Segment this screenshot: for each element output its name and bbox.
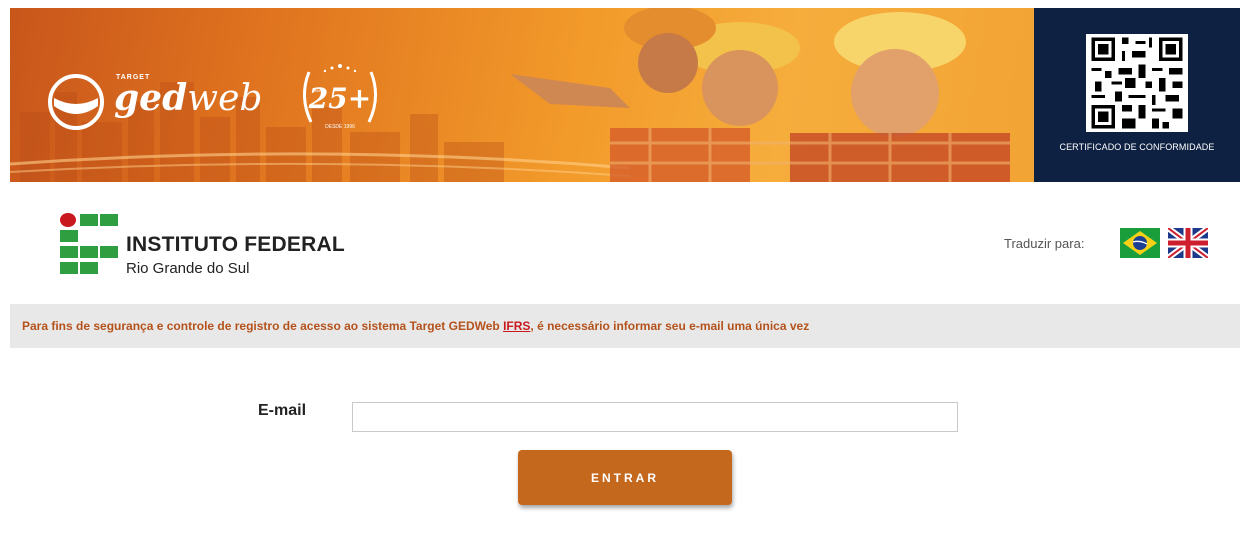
qr-code-icon[interactable] <box>1086 34 1188 132</box>
badge-number: 25+ <box>308 82 371 115</box>
entrar-button[interactable]: ENTRAR <box>518 450 732 505</box>
logo-square <box>80 246 98 258</box>
logo-wordmark-bold: ged <box>114 77 188 119</box>
logo-square <box>80 262 98 274</box>
logo-square <box>100 214 118 226</box>
uk-flag-icon[interactable] <box>1168 228 1208 258</box>
logo-square <box>60 246 78 258</box>
institution-subtitle: Rio Grande do Sul <box>126 260 250 277</box>
badge-caption: DESDE 1996 <box>325 124 355 130</box>
gedweb-logo-icon <box>48 74 104 130</box>
email-input[interactable] <box>352 402 958 432</box>
badge-small-caption: ANOS <box>314 88 326 93</box>
header-banner: TARGET gedweb 25+ ANOS DESDE 1996 CERTIF… <box>10 8 1240 182</box>
email-label: E-mail <box>258 402 307 419</box>
logo-wordmark-light: web <box>187 78 263 119</box>
certificate-panel[interactable]: CERTIFICADO DE CONFORMIDADE <box>1034 8 1240 182</box>
logo-square <box>60 230 78 242</box>
logo-square <box>100 246 118 258</box>
brazil-flag-icon[interactable] <box>1120 228 1160 258</box>
institution-header: INSTITUTO FEDERAL Rio Grande do Sul Trad… <box>10 182 1240 304</box>
banner-photo: TARGET gedweb 25+ ANOS DESDE 1996 <box>10 8 1034 182</box>
translate-label: Traduzir para: <box>1004 236 1085 251</box>
construction-workers-image <box>510 8 1010 182</box>
logo-square <box>60 262 78 274</box>
anniversary-25-badge: 25+ ANOS DESDE 1996 <box>303 64 377 130</box>
certificate-label: CERTIFICADO DE CONFORMIDADE <box>1059 142 1215 152</box>
security-notice-text: Para fins de segurança e controle de reg… <box>22 319 809 333</box>
notice-text-before: Para fins de segurança e controle de reg… <box>22 319 504 333</box>
ifrs-link[interactable]: IFRS <box>503 319 530 333</box>
logo-wordmark: gedweb <box>114 78 262 119</box>
logo-square <box>80 214 98 226</box>
instituto-federal-logo: INSTITUTO FEDERAL Rio Grande do Sul <box>58 198 388 278</box>
security-notice-bar: Para fins de segurança e controle de reg… <box>10 304 1240 348</box>
gedweb-logo: TARGET gedweb <box>48 70 262 132</box>
notice-text-after: , é necessário informar seu e-mail uma ú… <box>530 319 810 333</box>
institution-name: INSTITUTO FEDERAL <box>126 233 345 256</box>
logo-red-dot <box>60 213 76 227</box>
